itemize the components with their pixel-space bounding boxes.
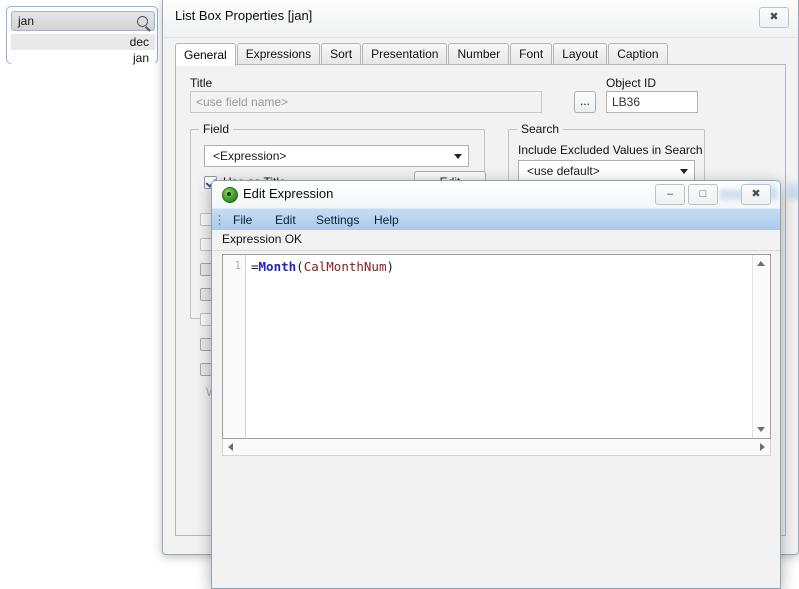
list-item-label: dec [129, 35, 149, 49]
edit-expression-menu-bar: File Edit Settings Help [212, 208, 780, 231]
scroll-down-icon[interactable] [757, 427, 765, 432]
search-icon [137, 16, 148, 27]
chevron-down-icon [680, 169, 688, 174]
close-icon[interactable]: ✖ [759, 7, 789, 28]
expression-status-bar: Expression OK [212, 230, 780, 251]
field-group-label: Field [199, 122, 234, 136]
tab-presentation[interactable]: Presentation [362, 43, 448, 65]
expression-status-text: Expression OK [222, 232, 303, 246]
menu-settings[interactable]: Settings [311, 212, 364, 228]
object-id-input[interactable]: LB36 [606, 91, 698, 113]
close-icon[interactable]: ✖ [741, 184, 771, 205]
object-id-label: Object ID [606, 76, 657, 90]
token-equals: = [251, 259, 259, 274]
tab-number[interactable]: Number [448, 43, 510, 65]
editor-horizontal-scrollbar[interactable] [222, 439, 771, 456]
menu-edit[interactable]: Edit [270, 212, 301, 228]
tab-layout[interactable]: Layout [553, 43, 608, 65]
properties-window-title: List Box Properties [jan] [175, 8, 313, 23]
token-open-paren: ( [296, 259, 304, 274]
list-item-label: jan [132, 51, 149, 65]
edit-expression-title: Edit Expression [243, 186, 334, 201]
editor-line-gutter: 1 [223, 255, 246, 438]
field-combo[interactable]: <Expression> [204, 145, 469, 167]
listbox-search-box[interactable]: jan [11, 11, 155, 31]
tab-sort[interactable]: Sort [321, 43, 362, 65]
tab-expressions[interactable]: Expressions [236, 43, 321, 65]
title-input[interactable]: <use field name> [190, 91, 542, 113]
editor-vertical-scrollbar[interactable] [752, 255, 770, 438]
screen: jan dec jan List Box Properties [jan] ✖ … [0, 0, 799, 589]
token-function: Month [258, 259, 297, 274]
menu-file[interactable]: File [228, 212, 257, 228]
scroll-right-icon[interactable] [760, 443, 765, 451]
title-browse-button[interactable]: ... [574, 91, 596, 113]
properties-title-bar[interactable]: List Box Properties [jan] ✖ [163, 0, 798, 38]
listbox-object[interactable]: jan dec jan [6, 6, 158, 66]
minimize-icon[interactable]: – [655, 184, 685, 205]
include-excluded-label: Include Excluded Values in Search [518, 143, 703, 157]
edit-expression-title-bar[interactable]: Edit Expression – □ ✖ [212, 181, 799, 208]
menu-grip-handle[interactable] [218, 214, 221, 226]
chevron-down-icon [454, 154, 462, 159]
title-label: Title [190, 76, 213, 90]
field-combo-value: <Expression> [213, 149, 287, 163]
scroll-up-icon[interactable] [757, 261, 765, 266]
scroll-left-icon[interactable] [228, 443, 233, 451]
edit-expression-window: Edit Expression – □ ✖ File Edit Settings… [211, 180, 799, 589]
expression-editor[interactable]: 1 =Month(CalMonthNum) [222, 254, 771, 439]
listbox-search-value: jan [18, 14, 35, 28]
properties-tabstrip: General Expressions Sort Presentation Nu… [175, 43, 669, 66]
token-close-paren: ) [386, 259, 395, 274]
expression-code-line[interactable]: =Month(CalMonthNum) [251, 259, 752, 274]
tab-caption[interactable]: Caption [608, 43, 668, 65]
list-item[interactable]: dec [11, 34, 155, 50]
include-excluded-combo[interactable]: <use default> [518, 160, 695, 182]
menu-help[interactable]: Help [369, 212, 404, 228]
include-excluded-value: <use default> [527, 164, 600, 178]
tab-font[interactable]: Font [510, 43, 553, 65]
list-item[interactable]: jan [11, 50, 155, 66]
token-field: CalMonthNum [303, 259, 387, 274]
maximize-icon[interactable]: □ [688, 184, 718, 205]
search-group-label: Search [517, 122, 564, 136]
line-number: 1 [234, 259, 241, 272]
qlikview-globe-icon [222, 187, 238, 203]
tab-general[interactable]: General [175, 43, 236, 66]
